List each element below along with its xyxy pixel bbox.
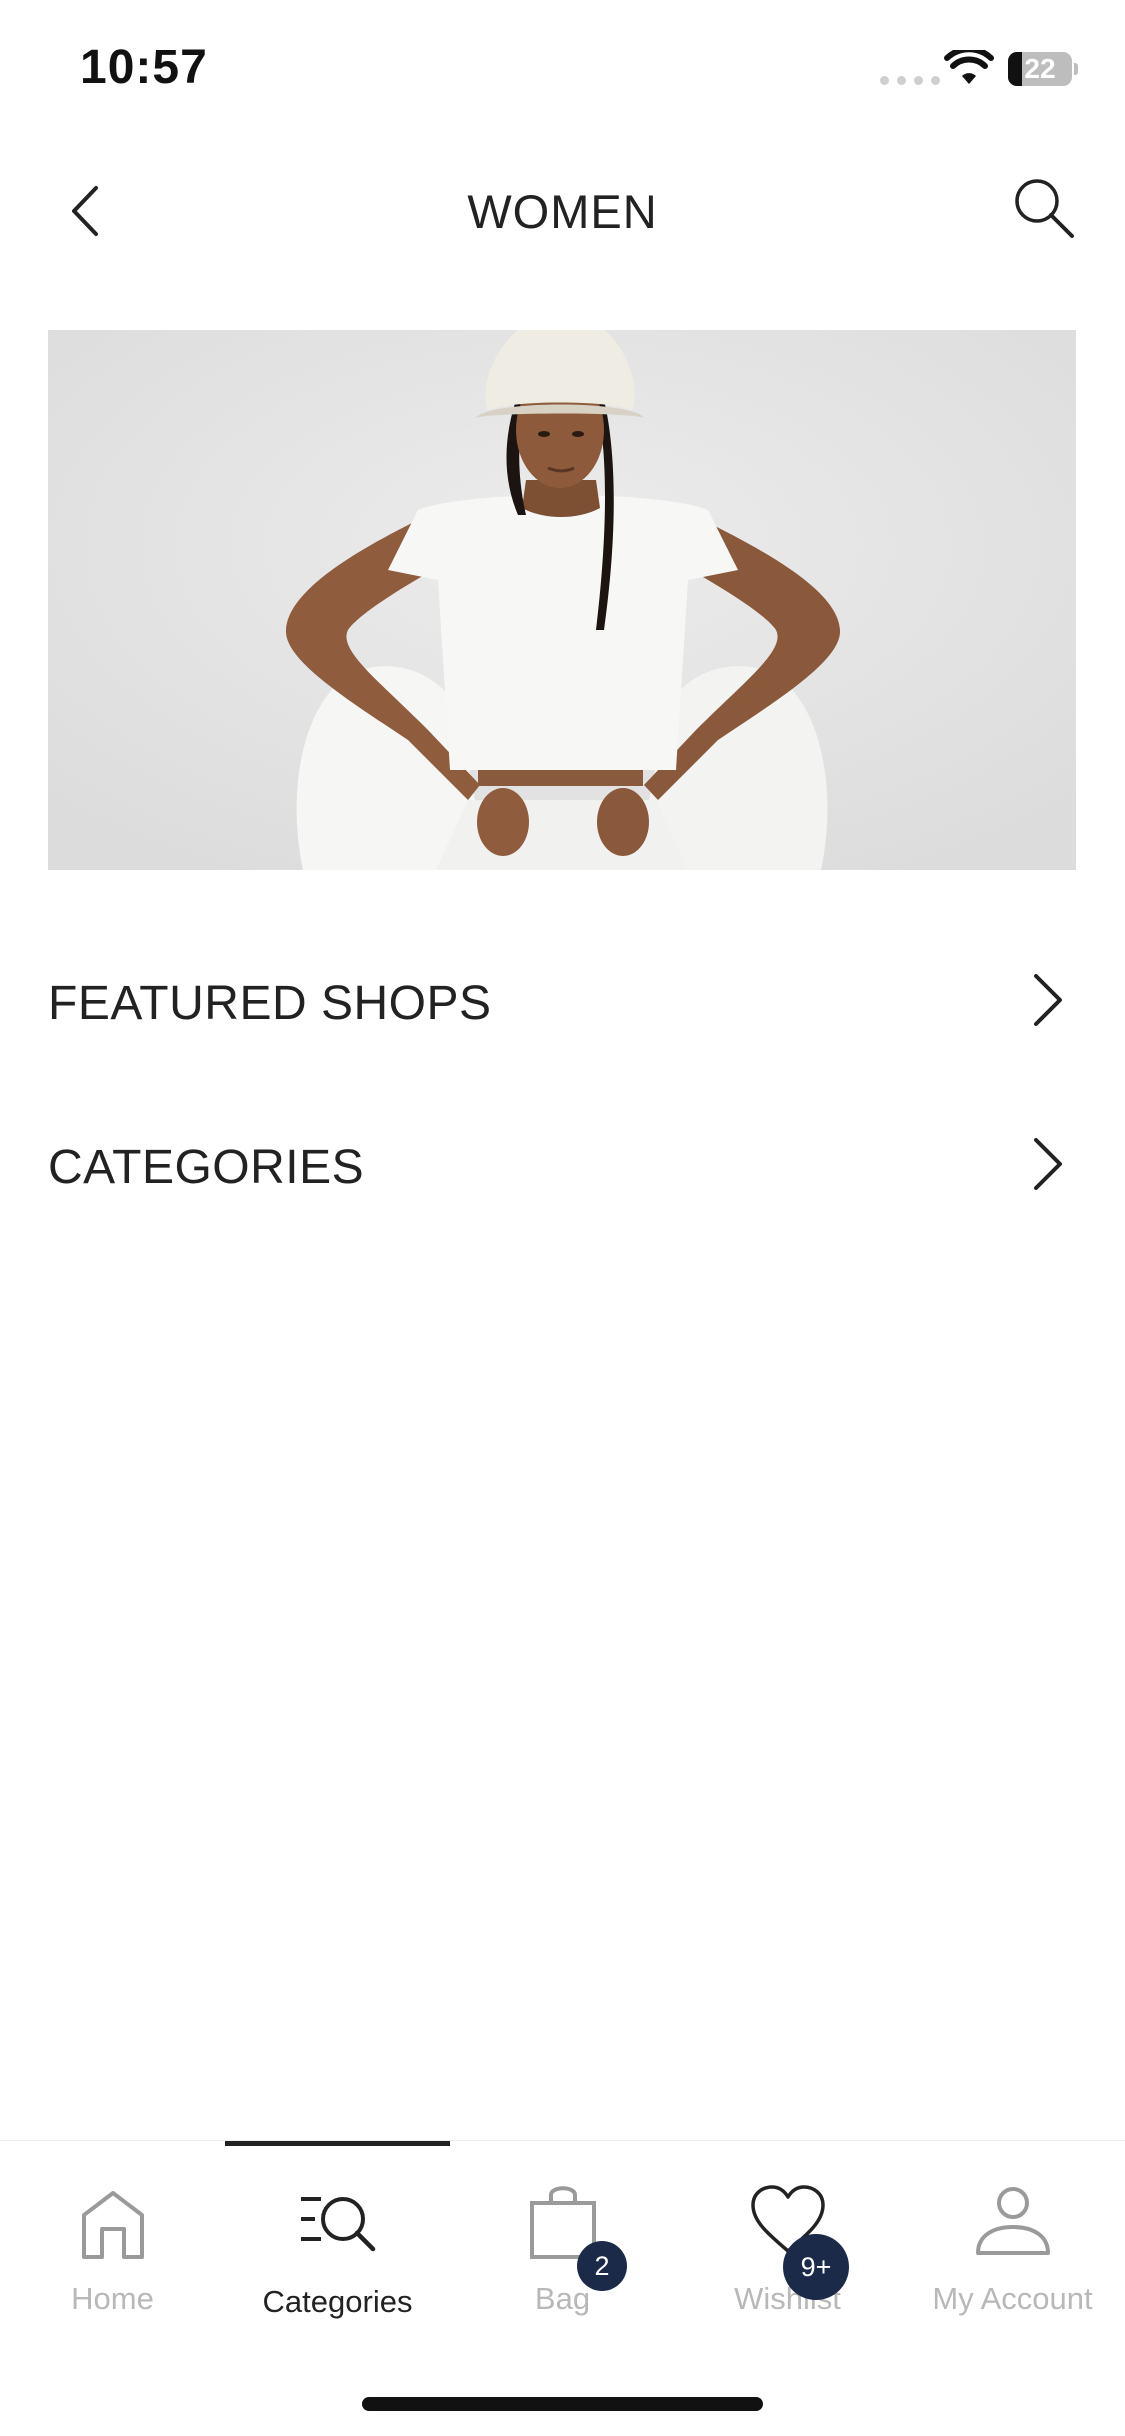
search-button[interactable] bbox=[1008, 172, 1080, 244]
menu-item-label: CATEGORIES bbox=[48, 1141, 365, 1194]
home-indicator[interactable] bbox=[362, 2397, 763, 2411]
bottom-tab-bar: Home Categories 2 Bag Wishlist 9+ My Acc… bbox=[0, 2140, 1125, 2436]
wishlist-count-badge: 9+ bbox=[783, 2234, 849, 2300]
categories-search-icon bbox=[301, 2197, 376, 2252]
navigation-header: WOMEN bbox=[0, 160, 1125, 260]
chevron-right-icon bbox=[1034, 1138, 1062, 1190]
tab-bag[interactable]: 2 Bag bbox=[450, 2141, 675, 2341]
menu-item-label: FEATURED SHOPS bbox=[48, 977, 492, 1030]
user-icon bbox=[976, 2187, 1050, 2255]
hero-illustration bbox=[48, 330, 1076, 870]
tab-label: Categories bbox=[262, 2284, 413, 2319]
tab-label: Wishlist bbox=[734, 2281, 841, 2316]
chevron-right-icon bbox=[1034, 974, 1062, 1026]
hero-banner-image[interactable] bbox=[48, 330, 1076, 870]
tab-categories[interactable]: Categories bbox=[225, 2141, 450, 2341]
menu-item-featured-shops[interactable]: FEATURED SHOPS bbox=[48, 940, 1076, 1060]
battery-icon: 22 bbox=[1008, 52, 1078, 86]
tab-home[interactable]: Home bbox=[0, 2141, 225, 2341]
tab-label: Home bbox=[71, 2281, 154, 2316]
home-icon bbox=[82, 2191, 144, 2259]
cellular-signal-icon bbox=[880, 76, 940, 85]
status-bar: 10:57 22 bbox=[0, 0, 1125, 140]
wifi-icon bbox=[944, 50, 994, 84]
menu-item-categories[interactable]: CATEGORIES bbox=[48, 1104, 1076, 1224]
status-time: 10:57 bbox=[80, 41, 208, 94]
tab-label: Bag bbox=[534, 2281, 591, 2316]
women-category-screen: 10:57 22 WOMEN FEATURED SHOPS CATEGORIES… bbox=[0, 0, 1125, 2436]
battery-level: 22 bbox=[1024, 53, 1056, 84]
page-title: WOMEN bbox=[467, 185, 658, 238]
tab-wishlist[interactable]: Wishlist 9+ bbox=[675, 2141, 900, 2341]
search-icon bbox=[1015, 179, 1074, 238]
tab-my-account[interactable]: My Account bbox=[900, 2141, 1125, 2341]
tab-label: My Account bbox=[932, 2281, 1093, 2316]
